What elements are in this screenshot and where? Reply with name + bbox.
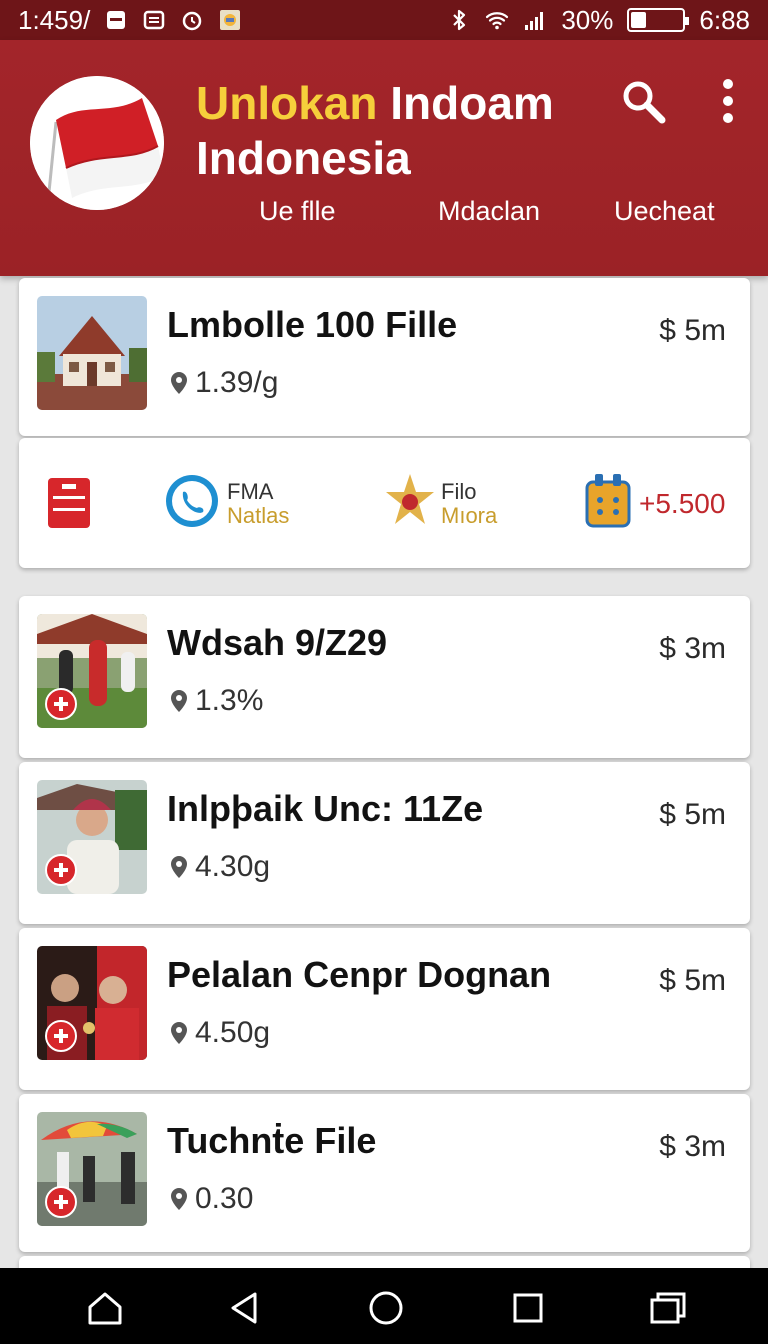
item-meta-value: 4.50g: [195, 1016, 271, 1049]
shortcut-value: +5.500: [639, 487, 726, 519]
item-meta: 1.39/g: [167, 366, 278, 400]
navigation-bar: [0, 1268, 768, 1344]
badge-icon: [45, 854, 77, 886]
shortcut-whatsapp[interactable]: FMA Natlas: [163, 472, 289, 535]
shortcuts-card: FMA Natlas Filo Mıora +5.500: [19, 438, 750, 568]
battery-percent: 30%: [561, 4, 614, 35]
item-thumbnail: [37, 296, 147, 410]
item-price: $ 5m: [659, 798, 726, 831]
item-meta: 4.50g: [167, 1016, 270, 1050]
list-item[interactable]: Lmbolle 100 Fille 1.39/g $ 5m: [19, 278, 750, 436]
status-time-right: 6:88: [699, 4, 750, 35]
shortcut-calendar[interactable]: [47, 476, 91, 535]
search-icon[interactable]: [618, 76, 668, 126]
more-vert-icon[interactable]: [704, 76, 752, 126]
whatsapp-icon: [163, 472, 221, 535]
shortcut-label: FMA Natlas: [227, 478, 290, 528]
badge-icon: [45, 1186, 77, 1218]
item-title: Wdsah 9/Z29: [167, 622, 388, 663]
back-icon[interactable]: [225, 1288, 265, 1328]
status-right: 30% 6:88: [447, 5, 750, 36]
item-thumbnail: [37, 946, 147, 1060]
overview-icon[interactable]: [508, 1288, 548, 1328]
title-part2: Indoam: [390, 77, 554, 129]
map-pin-icon: [167, 1186, 191, 1212]
app-title: Unlokan Indoam Indonesia: [196, 76, 554, 186]
app-notification-icon: [218, 8, 242, 32]
tab-3[interactable]: Uecheat: [614, 196, 715, 227]
item-price: $ 5m: [659, 314, 726, 347]
tab-bar: Ue flle Mdaclan Uecheat: [0, 196, 768, 236]
item-meta-value: 1.3%: [195, 684, 264, 717]
wifi-icon: [485, 8, 509, 32]
shortcut-star[interactable]: Filo Mıora: [385, 472, 497, 535]
home-icon[interactable]: [85, 1288, 125, 1328]
map-pin-icon: [167, 1020, 191, 1046]
multi-window-icon[interactable]: [648, 1288, 688, 1328]
battery-fill: [631, 12, 647, 28]
alarm-icon: [180, 8, 204, 32]
indonesia-flag-logo[interactable]: [30, 76, 164, 210]
item-thumbnail: [37, 614, 147, 728]
wallet-icon: [583, 472, 633, 535]
item-meta-value: 1.39/g: [195, 366, 279, 399]
notification-icon: [104, 8, 128, 32]
circle-home-icon[interactable]: [366, 1288, 406, 1328]
star-emblem-icon: [385, 472, 435, 535]
item-title: Lmbolle 100 Fille: [167, 304, 458, 345]
status-left: 1:459/: [18, 5, 242, 36]
item-meta-value: 0.30: [195, 1182, 254, 1215]
item-title: Tuchnṫe File: [167, 1120, 377, 1161]
calendar-icon: [47, 476, 91, 535]
tab-2[interactable]: Mdaclan: [438, 196, 540, 227]
item-price: $ 3m: [659, 632, 726, 665]
item-title: Inlpþaik Unc: 11Ze: [167, 788, 484, 829]
list-item[interactable]: Pelalan Cenpr Dognan 4.50g $ 5m: [19, 928, 750, 1090]
list-item[interactable]: Wdsah 9/Z29 1.3% $ 3m: [19, 596, 750, 758]
item-thumbnail: [37, 1112, 147, 1226]
status-bar: 1:459/ 30% 6:88: [0, 0, 768, 40]
title-highlight: Unlokan: [196, 77, 378, 129]
status-time-left: 1:459/: [18, 4, 91, 35]
message-icon: [142, 8, 166, 32]
item-meta: 0.30: [167, 1182, 253, 1216]
list-item[interactable]: Inlpþaik Unc: 11Ze 4.30g $ 5m: [19, 762, 750, 924]
tab-1[interactable]: Ue flle: [259, 196, 336, 227]
item-meta: 4.30g: [167, 850, 270, 884]
title-line2: Indonesia: [196, 132, 411, 184]
item-thumbnail: [37, 780, 147, 894]
item-meta: 1.3%: [167, 684, 263, 718]
badge-icon: [45, 688, 77, 720]
item-price: $ 3m: [659, 1130, 726, 1163]
map-pin-icon: [167, 370, 191, 396]
item-meta-value: 4.30g: [195, 850, 271, 883]
shortcut-wallet[interactable]: +5.500: [583, 472, 725, 535]
map-pin-icon: [167, 688, 191, 714]
signal-icon: [523, 8, 547, 32]
badge-icon: [45, 1020, 77, 1052]
battery-icon: [627, 8, 690, 32]
list-item[interactable]: Tuchnṫe File 0.30 $ 3m: [19, 1094, 750, 1252]
app-header: Unlokan Indoam Indonesia Ue flle Mdaclan…: [0, 40, 768, 276]
shortcut-label: Filo Mıora: [441, 478, 498, 528]
bluetooth-icon: [447, 8, 471, 32]
item-title: Pelalan Cenpr Dognan: [167, 954, 552, 995]
item-price: $ 5m: [659, 964, 726, 997]
map-pin-icon: [167, 854, 191, 880]
